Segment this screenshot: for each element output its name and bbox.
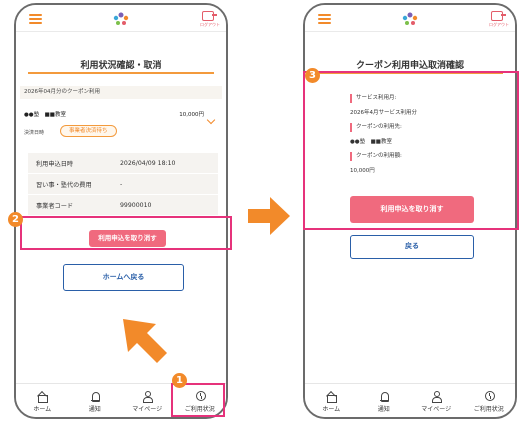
tab-mypage[interactable]: マイページ <box>410 384 463 417</box>
shop-name: ●●塾 ■■教室 <box>24 112 66 118</box>
pay-datetime-label: 決済日時 <box>24 130 45 136</box>
title-divider <box>28 72 214 74</box>
app-header: ログアウト <box>16 5 226 32</box>
step-2-badge: 2 <box>8 212 23 227</box>
home-icon <box>325 390 338 403</box>
table-row: 事業者コード 99900010 <box>28 195 218 216</box>
menu-icon[interactable] <box>29 14 42 24</box>
highlight-cancel-button <box>20 216 232 250</box>
status-icon <box>483 390 495 402</box>
coupon-month-bar: 2026年04月分のクーポン利用 <box>20 86 222 99</box>
menu-icon[interactable] <box>318 14 331 24</box>
app-header: ログアウト <box>305 5 515 32</box>
tab-home[interactable]: ホーム <box>16 384 69 417</box>
arrow-right-icon <box>248 197 290 235</box>
table-row: 習い事・塾代の費用 - <box>28 174 218 195</box>
logout-icon <box>491 11 506 21</box>
page-title: クーポン利用申込取消確認 <box>355 61 464 71</box>
user-icon <box>430 390 443 403</box>
tab-notifications[interactable]: 通知 <box>358 384 411 417</box>
tab-mypage[interactable]: マイページ <box>121 384 174 417</box>
highlight-usage-tab <box>171 383 225 417</box>
back-to-home-button[interactable]: ホームへ戻る <box>63 264 184 291</box>
highlight-confirmation <box>303 71 519 230</box>
step-3-badge: 3 <box>305 68 320 83</box>
tab-home[interactable]: ホーム <box>305 384 358 417</box>
page-title: 利用状況確認・取消 <box>80 61 162 71</box>
user-icon <box>141 390 154 403</box>
step-1-badge: 1 <box>172 373 187 388</box>
back-button[interactable]: 戻る <box>350 235 474 259</box>
tab-notifications[interactable]: 通知 <box>69 384 122 417</box>
chevron-down-icon[interactable] <box>206 115 216 125</box>
bell-icon <box>89 390 101 402</box>
logo-icon <box>113 12 129 25</box>
table-row: 利用申込日時 2026/04/09 18:10 <box>28 153 218 174</box>
logout-button[interactable]: ログアウト <box>489 11 509 28</box>
logout-icon <box>202 11 217 21</box>
tab-usage-status[interactable]: ご利用状況 <box>463 384 516 417</box>
logo-icon <box>402 12 418 25</box>
status-badge: 事業者決済待ち <box>60 125 117 137</box>
logout-button[interactable]: ログアウト <box>200 11 220 28</box>
usage-info-table: 利用申込日時 2026/04/09 18:10 習い事・塾代の費用 - 事業者コ… <box>28 153 218 216</box>
bell-icon <box>378 390 390 402</box>
bottom-tab-bar: ホーム 通知 マイページ ご利用状況 <box>305 383 515 417</box>
arrow-up-left-icon <box>123 319 167 363</box>
coupon-amount: 10,000円 <box>179 112 204 118</box>
home-icon <box>36 390 49 403</box>
